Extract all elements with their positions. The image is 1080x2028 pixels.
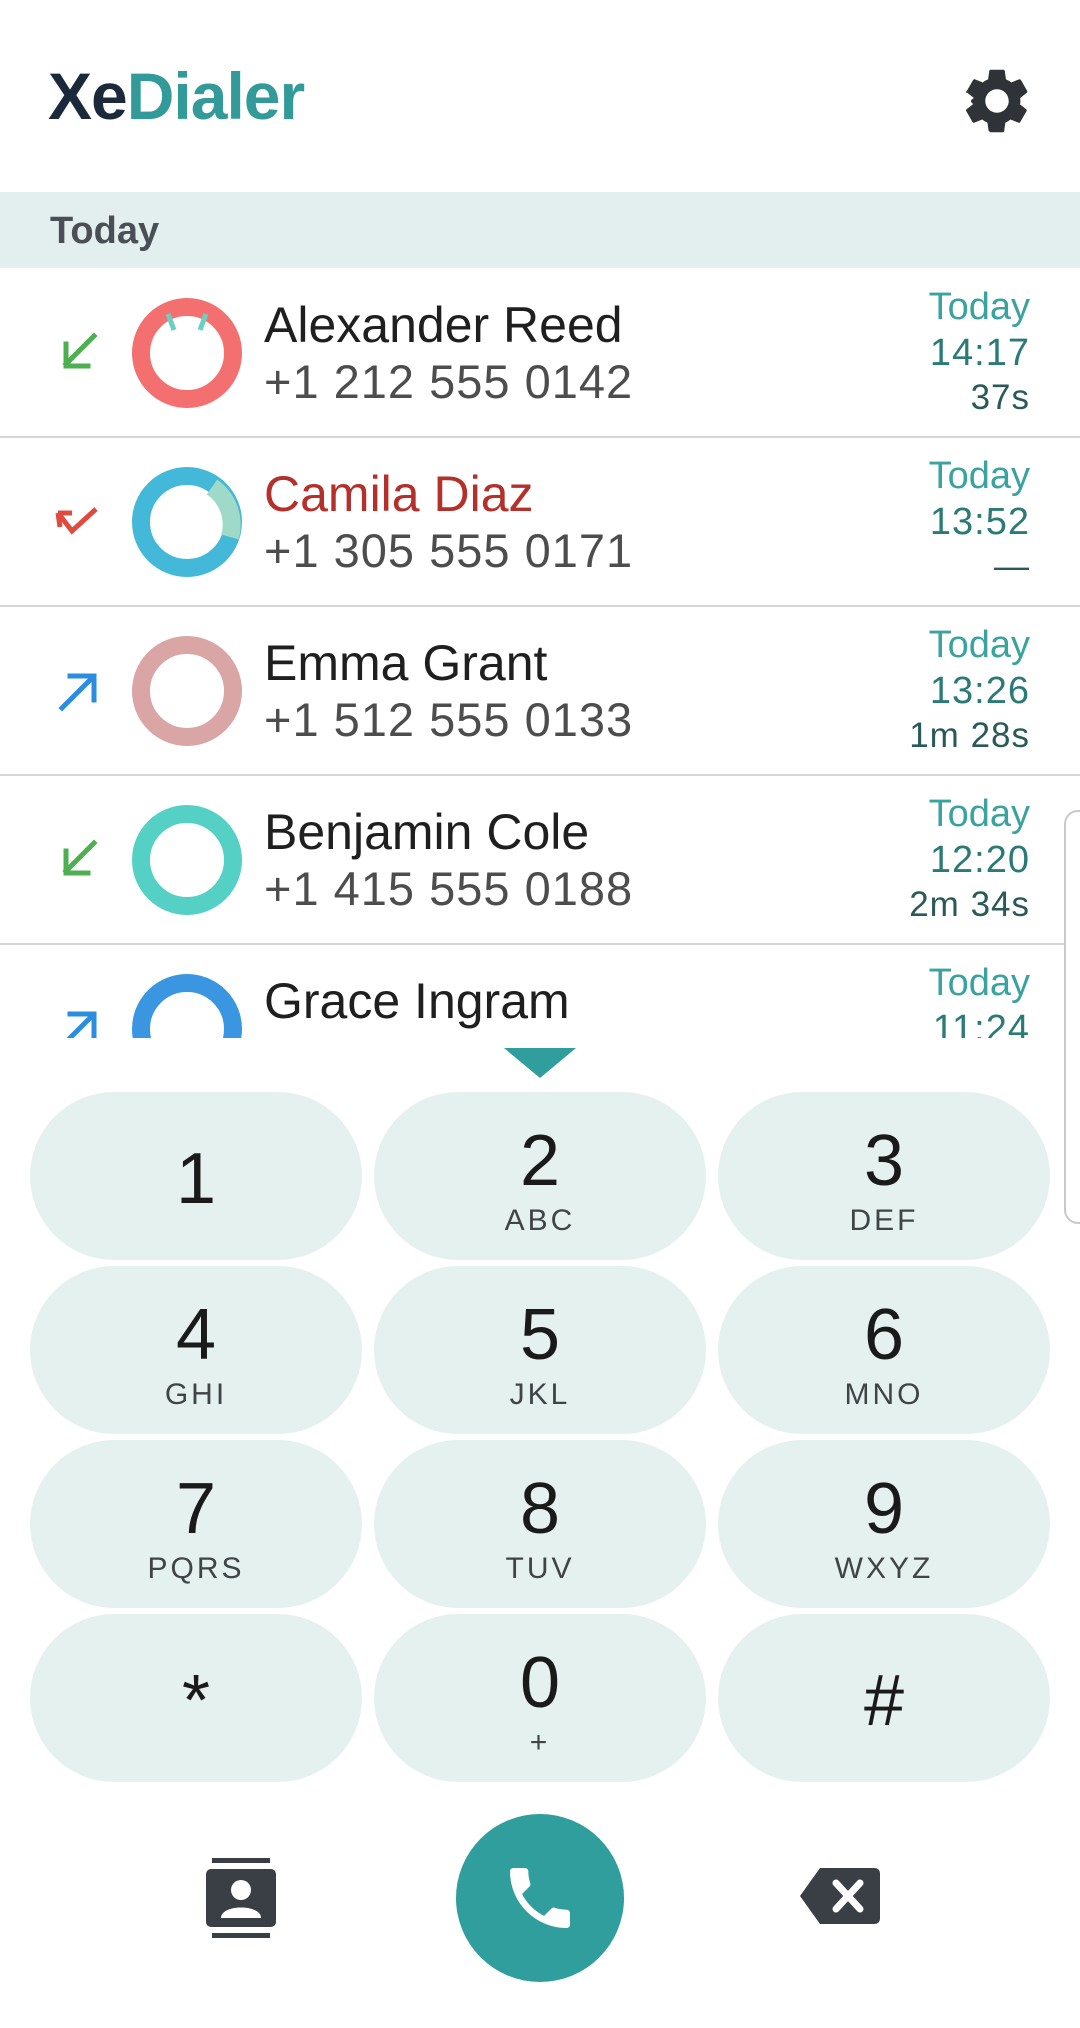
call-meta: Today 13:52 — bbox=[929, 453, 1030, 589]
key-digit: 4 bbox=[175, 1295, 217, 1375]
key-letters: + bbox=[529, 1726, 551, 1759]
call-meta: Today 12:20 2m 34s bbox=[909, 791, 1030, 927]
key-hash[interactable]: # bbox=[718, 1614, 1050, 1782]
app-bar: XeDialer bbox=[0, 0, 1080, 192]
key-digit: 7 bbox=[175, 1469, 217, 1549]
dialpad-actions bbox=[0, 1800, 1080, 2028]
key-digit: 5 bbox=[519, 1295, 561, 1375]
call-log-row[interactable]: Camila Diaz +1 305 555 0171 Today 13:52 … bbox=[0, 437, 1080, 607]
key-7[interactable]: 7 PQRS bbox=[30, 1440, 362, 1608]
contact-name: Camila Diaz bbox=[264, 466, 534, 522]
call-time: 11:24 bbox=[932, 1008, 1030, 1038]
call-duration: 37s bbox=[970, 378, 1030, 417]
call-log-row[interactable]: Benjamin Cole +1 415 555 0188 Today 12:2… bbox=[0, 775, 1080, 945]
call-date: Today bbox=[928, 624, 1030, 666]
missed-call-icon bbox=[55, 507, 98, 535]
key-8[interactable]: 8 TUV bbox=[374, 1440, 706, 1608]
outgoing-call-icon bbox=[66, 1011, 97, 1038]
call-date: Today bbox=[928, 962, 1030, 1004]
contacts-icon bbox=[206, 1858, 276, 1938]
contacts-button[interactable] bbox=[206, 1858, 276, 1938]
key-3[interactable]: 3 DEF bbox=[718, 1092, 1050, 1260]
call-date: Today bbox=[928, 286, 1030, 328]
outgoing-call-icon bbox=[58, 673, 97, 712]
call-button[interactable] bbox=[456, 1814, 624, 1982]
avatar[interactable] bbox=[132, 636, 242, 746]
key-0[interactable]: 0 + bbox=[374, 1614, 706, 1782]
avatar[interactable] bbox=[132, 298, 242, 408]
key-2[interactable]: 2 ABC bbox=[374, 1092, 706, 1260]
avatar[interactable] bbox=[132, 467, 242, 577]
key-digit: * bbox=[181, 1661, 211, 1741]
call-duration: 1m 28s bbox=[909, 716, 1030, 755]
key-digit: # bbox=[863, 1661, 905, 1741]
key-4[interactable]: 4 GHI bbox=[30, 1266, 362, 1434]
section-header-today: Today bbox=[0, 192, 1080, 268]
phone-number: +1 212 555 0142 bbox=[264, 355, 634, 408]
contact-name: Grace Ingram bbox=[264, 973, 570, 1029]
call-meta: Today 14:17 37s bbox=[929, 284, 1030, 420]
app-title-part1: Xe bbox=[48, 59, 128, 133]
key-5[interactable]: 5 JKL bbox=[374, 1266, 706, 1434]
phone-number: +1 415 555 0188 bbox=[264, 862, 634, 915]
key-star[interactable]: * bbox=[30, 1614, 362, 1782]
settings-button[interactable] bbox=[958, 62, 1036, 140]
avatar[interactable] bbox=[132, 974, 242, 1038]
key-digit: 2 bbox=[519, 1121, 561, 1201]
call-log-row[interactable]: Alexander Reed +1 212 555 0142 Today 14:… bbox=[0, 268, 1080, 438]
key-digit: 6 bbox=[863, 1295, 905, 1375]
dialpad: 1 2 ABC 3 DEF 4 GHI 5 JKL 6 MNO 7 PQRS 8… bbox=[0, 1092, 1080, 1792]
key-digit: 0 bbox=[519, 1643, 561, 1723]
avatar[interactable] bbox=[132, 805, 242, 915]
key-letters: JKL bbox=[509, 1378, 571, 1411]
call-log-list[interactable]: Alexander Reed +1 212 555 0142 Today 14:… bbox=[0, 268, 1080, 1038]
key-letters: MNO bbox=[844, 1378, 924, 1411]
chevron-down-icon[interactable] bbox=[504, 1048, 576, 1078]
contact-name: Emma Grant bbox=[264, 635, 548, 691]
call-time: 12:20 bbox=[929, 839, 1030, 881]
incoming-call-icon bbox=[62, 839, 98, 876]
app-title-part2: Dialer bbox=[126, 59, 305, 133]
key-letters: TUV bbox=[505, 1552, 575, 1585]
call-time: 13:52 bbox=[929, 501, 1030, 543]
call-time: 13:26 bbox=[929, 670, 1030, 712]
key-digit: 3 bbox=[863, 1121, 905, 1201]
call-duration: — bbox=[994, 547, 1030, 586]
key-6[interactable]: 6 MNO bbox=[718, 1266, 1050, 1434]
key-letters: ABC bbox=[504, 1204, 576, 1237]
call-date: Today bbox=[928, 455, 1030, 497]
backspace-button[interactable] bbox=[800, 1868, 880, 1924]
contact-name: Benjamin Cole bbox=[264, 804, 590, 860]
call-duration: 2m 34s bbox=[909, 885, 1030, 924]
gear-icon bbox=[965, 69, 1028, 133]
incoming-call-icon bbox=[62, 332, 98, 369]
call-meta: Today 13:26 1m 28s bbox=[909, 622, 1030, 758]
backspace-icon bbox=[800, 1868, 880, 1924]
key-digit: 8 bbox=[519, 1469, 561, 1549]
key-9[interactable]: 9 WXYZ bbox=[718, 1440, 1050, 1608]
key-letters: GHI bbox=[164, 1378, 228, 1411]
section-header-label: Today bbox=[50, 210, 160, 252]
call-log-row[interactable]: Emma Grant +1 512 555 0133 Today 13:26 1… bbox=[0, 606, 1080, 776]
key-digit: 1 bbox=[175, 1139, 217, 1219]
call-time: 14:17 bbox=[929, 332, 1030, 374]
contact-name: Alexander Reed bbox=[264, 297, 623, 353]
call-meta: Today 11:24 bbox=[929, 960, 1030, 1038]
call-log-row[interactable]: Grace Ingram Today 11:24 bbox=[0, 944, 1080, 1038]
key-1[interactable]: 1 bbox=[30, 1092, 362, 1260]
key-letters: PQRS bbox=[147, 1552, 245, 1585]
key-letters: WXYZ bbox=[834, 1552, 934, 1585]
app-title: XeDialer bbox=[48, 58, 305, 134]
phone-icon bbox=[510, 1868, 570, 1928]
phone-number: +1 512 555 0133 bbox=[264, 693, 634, 746]
call-date: Today bbox=[928, 793, 1030, 835]
phone-number: +1 305 555 0171 bbox=[264, 524, 634, 577]
key-letters: DEF bbox=[849, 1204, 919, 1237]
key-digit: 9 bbox=[863, 1469, 905, 1549]
